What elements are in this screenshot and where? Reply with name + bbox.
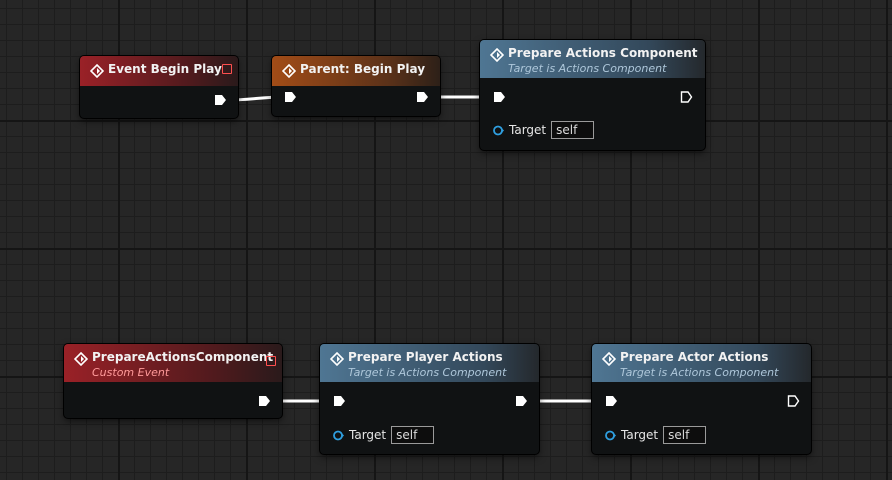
target-pin-label: Target [349, 428, 387, 442]
exec-pin-icon[interactable] [605, 395, 618, 407]
delegate-square-icon[interactable] [222, 64, 232, 74]
prepare-actions-component-node[interactable]: Prepare Actions Component Target is Acti… [480, 40, 705, 150]
custom-event-node[interactable]: PrepareActionsComponent Custom Event [64, 344, 282, 418]
event-begin-play-node[interactable]: Event Begin Play [80, 56, 238, 118]
exec-pin-icon[interactable] [416, 91, 429, 103]
node-header: Prepare Actor Actions Target is Actions … [592, 344, 811, 382]
event-diamond-icon [74, 352, 88, 366]
target-pin-label: Target [509, 123, 547, 137]
exec-out-pin-icon[interactable] [680, 91, 693, 103]
node-subtitle: Target is Actions Component [348, 366, 507, 379]
function-diamond-icon [282, 64, 296, 78]
node-title: Prepare Actions Component [508, 46, 698, 60]
exec-pin-icon[interactable] [258, 395, 271, 407]
target-pin-row: Target self [605, 426, 707, 444]
prepare-actor-actions-node[interactable]: Prepare Actor Actions Target is Actions … [592, 344, 811, 454]
target-pin-row: Target self [493, 121, 595, 139]
node-header: Prepare Player Actions Target is Actions… [320, 344, 539, 382]
exec-pin-icon[interactable] [333, 395, 346, 407]
object-pin-icon[interactable] [333, 430, 344, 441]
node-header: Event Begin Play [80, 56, 238, 86]
exec-out-pin-icon[interactable] [787, 395, 800, 407]
delegate-square-icon[interactable] [266, 356, 276, 366]
function-diamond-icon [330, 352, 344, 366]
exec-pin-icon[interactable] [214, 94, 227, 106]
exec-pin-icon[interactable] [493, 91, 506, 103]
exec-pin-icon[interactable] [284, 91, 297, 103]
prepare-player-actions-node[interactable]: Prepare Player Actions Target is Actions… [320, 344, 539, 454]
node-title: PrepareActionsComponent [92, 350, 274, 364]
node-header: PrepareActionsComponent Custom Event [64, 344, 282, 382]
function-diamond-icon [490, 48, 504, 62]
node-title: Prepare Player Actions [348, 350, 503, 364]
node-header: Prepare Actions Component Target is Acti… [480, 40, 705, 78]
target-self-field[interactable]: self [391, 426, 435, 444]
node-subtitle: Custom Event [92, 366, 170, 379]
target-self-field[interactable]: self [663, 426, 707, 444]
function-diamond-icon [602, 352, 616, 366]
exec-pin-icon[interactable] [515, 395, 528, 407]
node-header: Parent: Begin Play [272, 56, 440, 86]
node-subtitle: Target is Actions Component [620, 366, 779, 379]
target-self-field[interactable]: self [551, 121, 595, 139]
event-diamond-icon [90, 64, 104, 78]
target-pin-label: Target [621, 428, 659, 442]
node-title: Parent: Begin Play [300, 62, 426, 76]
node-subtitle: Target is Actions Component [508, 62, 667, 75]
node-title: Event Begin Play [108, 62, 222, 76]
target-pin-row: Target self [333, 426, 435, 444]
object-pin-icon[interactable] [605, 430, 616, 441]
object-pin-icon[interactable] [493, 125, 504, 136]
parent-begin-play-node[interactable]: Parent: Begin Play [272, 56, 440, 116]
node-title: Prepare Actor Actions [620, 350, 769, 364]
